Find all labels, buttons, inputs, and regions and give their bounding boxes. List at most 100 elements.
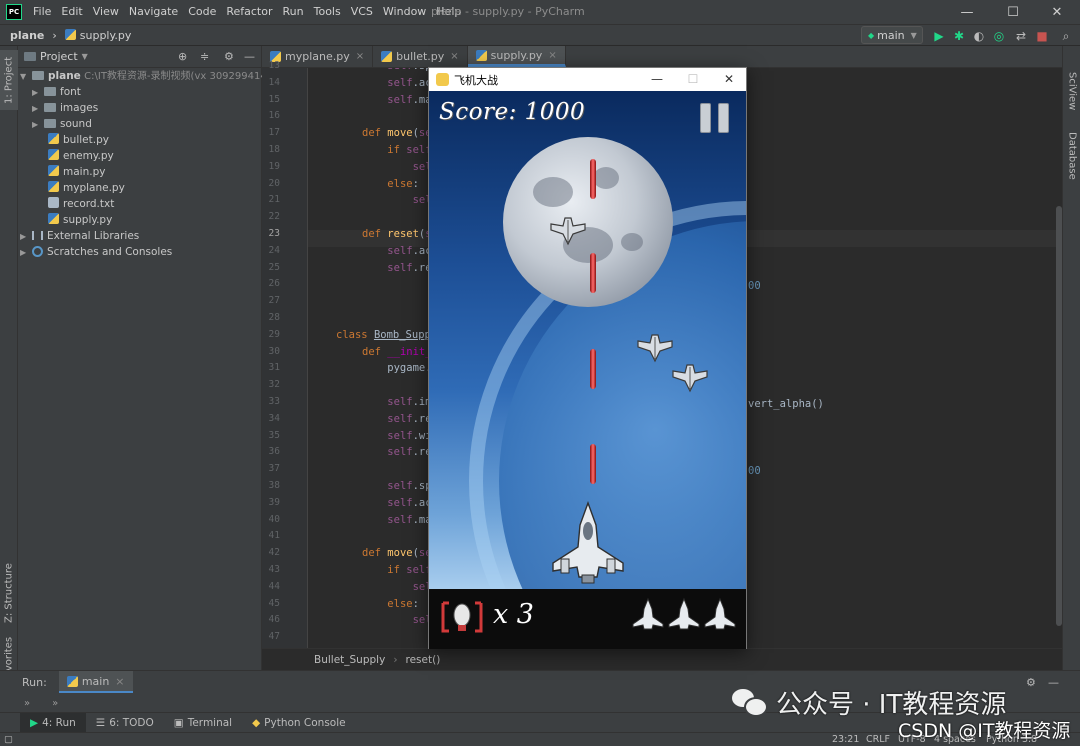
tree-file[interactable]: enemy.py bbox=[18, 148, 261, 164]
collapse-icon[interactable]: ≑ bbox=[200, 50, 209, 63]
close-tab-icon[interactable]: × bbox=[548, 50, 556, 61]
line-number: 39 bbox=[268, 496, 280, 508]
gear-icon[interactable]: ⚙ bbox=[224, 50, 234, 63]
python-file-icon bbox=[48, 213, 59, 224]
tool-todo[interactable]: ☰ 6: TODO bbox=[86, 713, 164, 733]
search-icon[interactable]: ⌕ bbox=[1058, 28, 1074, 44]
tree-file[interactable]: supply.py bbox=[18, 212, 261, 228]
tree-scratches[interactable]: ▶ Scratches and Consoles bbox=[18, 244, 261, 260]
tool-python-console[interactable]: ◆ Python Console bbox=[242, 713, 356, 733]
tree-file[interactable]: record.txt bbox=[18, 196, 261, 212]
line-number: 23 bbox=[268, 228, 280, 239]
pause-bar-icon bbox=[700, 103, 711, 133]
editor-scrollbar[interactable] bbox=[1056, 206, 1062, 626]
collapse-arrow-icon[interactable]: ▶ bbox=[32, 117, 44, 133]
wechat-logo-icon bbox=[732, 685, 768, 721]
line-number: 43 bbox=[268, 564, 280, 575]
gear-icon[interactable]: ⚙ bbox=[1026, 676, 1036, 689]
line-number: 16 bbox=[268, 110, 280, 122]
tab-label: bullet.py bbox=[396, 50, 445, 63]
project-panel: Project ▼ ⊕ ≑ ⚙ — ▼ plane C:\IT教程资源-录制视频(… bbox=[18, 46, 280, 670]
close-tab-icon[interactable]: × bbox=[356, 51, 364, 62]
tree-external-libraries[interactable]: ▶ External Libraries bbox=[18, 228, 261, 244]
nav-file[interactable]: supply.py bbox=[61, 28, 136, 42]
tab-bullet[interactable]: bullet.py × bbox=[373, 46, 468, 67]
tree-root[interactable]: ▼ plane C:\IT教程资源-录制视频(vx 3092994143)\ bbox=[18, 68, 280, 85]
navigation-bar: plane › supply.py ◆ main ▼ ▶ ✱ ◐ ◎ ⇄ ■ ⌕ bbox=[0, 24, 1080, 46]
game-minimize-button[interactable]: — bbox=[639, 68, 675, 91]
tree-folder[interactable]: ▶ images bbox=[18, 100, 261, 116]
collapse-arrow-icon[interactable]: ▶ bbox=[20, 245, 32, 261]
menu-window[interactable]: Window bbox=[378, 0, 431, 24]
menu-view[interactable]: View bbox=[88, 0, 124, 24]
menu-code[interactable]: Code bbox=[183, 0, 221, 24]
project-tool-tab[interactable]: 1: Project bbox=[0, 50, 18, 110]
tab-label: supply.py bbox=[490, 48, 543, 62]
line-number: 44 bbox=[268, 580, 280, 592]
player-plane bbox=[552, 501, 624, 584]
coverage-icon[interactable]: ◐ bbox=[971, 28, 987, 44]
root-folder-path: C:\IT教程资源-录制视频(vx 3092994143)\ bbox=[84, 71, 281, 82]
project-panel-title[interactable]: Project bbox=[40, 50, 78, 63]
minimize-button[interactable]: — bbox=[944, 0, 990, 24]
python-file-icon bbox=[381, 51, 393, 62]
tree-folder[interactable]: ▶ font bbox=[18, 84, 261, 100]
stop-icon[interactable]: ■ bbox=[1034, 28, 1050, 44]
moon-crater bbox=[593, 167, 619, 189]
right-tool-strip: SciView Database bbox=[1062, 46, 1080, 670]
menu-file[interactable]: File bbox=[28, 0, 56, 24]
sciview-tool-tab[interactable]: SciView bbox=[1063, 66, 1080, 116]
tab-supply[interactable]: supply.py × bbox=[467, 46, 566, 67]
status-toggle-icon[interactable]: ▢ bbox=[4, 733, 13, 746]
score-label: Score: 1000 bbox=[439, 99, 586, 125]
menu-refactor[interactable]: Refactor bbox=[221, 0, 277, 24]
status-caret-position[interactable]: 23:21 bbox=[832, 733, 859, 746]
game-close-button[interactable]: ✕ bbox=[711, 68, 747, 91]
menu-run[interactable]: Run bbox=[278, 0, 309, 24]
profile-icon[interactable]: ◎ bbox=[991, 28, 1007, 44]
expand-icon[interactable]: » bbox=[52, 698, 58, 709]
chevron-down-icon[interactable]: ▼ bbox=[82, 52, 88, 61]
tool-run[interactable]: ▶ 4: Run bbox=[20, 712, 86, 733]
hide-icon[interactable]: — bbox=[244, 50, 255, 63]
run-tab-main[interactable]: main × bbox=[58, 671, 133, 693]
collapse-arrow-icon[interactable]: ▶ bbox=[20, 229, 32, 245]
locate-icon[interactable]: ⊕ bbox=[178, 50, 187, 63]
close-tab-icon[interactable]: × bbox=[450, 51, 458, 62]
line-number: 34 bbox=[268, 412, 280, 424]
debug-icon[interactable]: ✱ bbox=[951, 28, 967, 44]
title-bar: PC File Edit View Navigate Code Refactor… bbox=[0, 0, 1080, 24]
expand-icon[interactable]: » bbox=[24, 698, 30, 709]
status-line-separator[interactable]: CRLF bbox=[866, 733, 890, 746]
game-canvas[interactable]: Score: 1000 bbox=[429, 91, 746, 589]
tree-file[interactable]: myplane.py bbox=[18, 180, 261, 196]
close-tab-icon[interactable]: × bbox=[115, 675, 124, 688]
run-icon[interactable]: ▶ bbox=[931, 28, 947, 44]
maximize-button[interactable]: ☐ bbox=[990, 0, 1036, 24]
close-button[interactable]: ✕ bbox=[1034, 0, 1080, 24]
rerun-icon[interactable]: ⇄ bbox=[1013, 28, 1029, 44]
tree-file[interactable]: bullet.py bbox=[18, 132, 261, 148]
breadcrumb-method[interactable]: reset() bbox=[406, 654, 441, 666]
tool-terminal[interactable]: ▣ Terminal bbox=[164, 713, 242, 733]
collapse-arrow-icon[interactable]: ▶ bbox=[32, 85, 44, 101]
run-config-dropdown[interactable]: ◆ main ▼ bbox=[861, 26, 923, 44]
expand-arrow-icon[interactable]: ▼ bbox=[20, 69, 32, 85]
line-number: 37 bbox=[268, 463, 280, 475]
tree-file[interactable]: main.py bbox=[18, 164, 261, 180]
database-tool-tab[interactable]: Database bbox=[1063, 126, 1080, 186]
game-maximize-button[interactable]: ☐ bbox=[675, 68, 711, 91]
code-fragment: 00 bbox=[748, 465, 761, 477]
menu-tools[interactable]: Tools bbox=[309, 0, 346, 24]
breadcrumb-class[interactable]: Bullet_Supply bbox=[314, 654, 385, 666]
menu-edit[interactable]: Edit bbox=[56, 0, 87, 24]
python-file-icon bbox=[64, 28, 76, 40]
collapse-arrow-icon[interactable]: ▶ bbox=[32, 101, 44, 117]
hide-icon[interactable]: — bbox=[1048, 676, 1059, 689]
menu-navigate[interactable]: Navigate bbox=[124, 0, 183, 24]
menu-vcs[interactable]: VCS bbox=[346, 0, 378, 24]
tree-folder[interactable]: ▶ sound bbox=[18, 116, 261, 132]
pause-button[interactable] bbox=[700, 103, 732, 133]
nav-project[interactable]: plane bbox=[0, 29, 48, 42]
structure-tool-tab[interactable]: Z: Structure bbox=[0, 558, 18, 628]
